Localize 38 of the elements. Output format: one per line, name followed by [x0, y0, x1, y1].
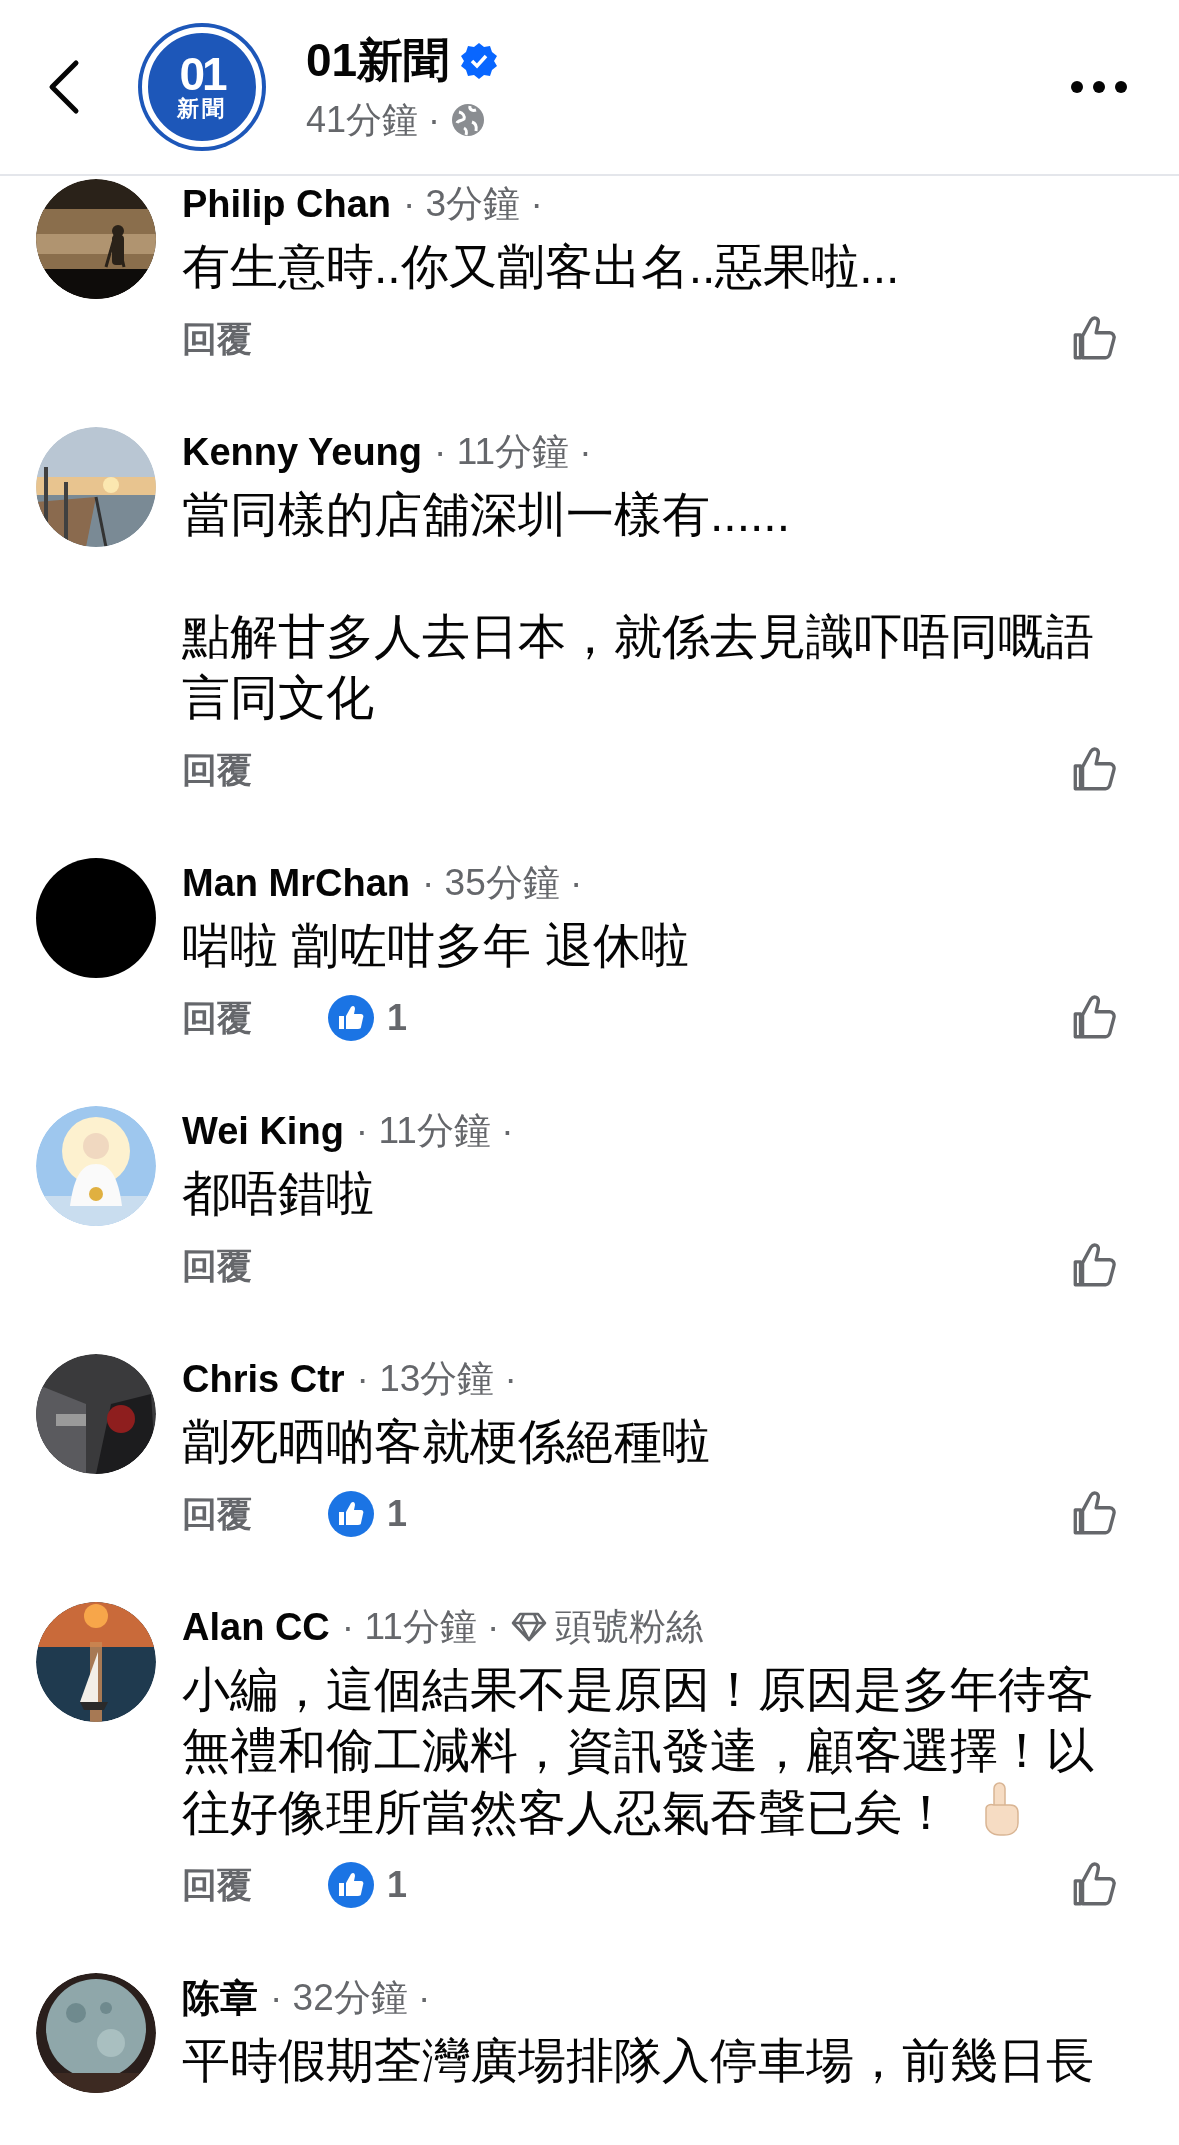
reply-link[interactable]: 回覆 — [182, 1242, 327, 1290]
comment-time: · 32分鐘 · — [270, 1976, 431, 2020]
commenter-name[interactable]: 陈章 — [182, 1972, 258, 2024]
comment-time: · 11分鐘 · — [355, 1109, 514, 1153]
like-count[interactable]: 1 — [387, 997, 408, 1039]
like-reaction-icon — [327, 1490, 375, 1538]
like-count[interactable]: 1 — [387, 1493, 408, 1535]
like-reaction-icon — [327, 1861, 375, 1909]
commenter-name[interactable]: Philip Chan — [182, 182, 391, 226]
commenter-name[interactable]: Man MrChan — [182, 861, 410, 905]
comment-text: 啱啦 劏咗咁多年 退休啦 — [182, 919, 689, 972]
globe-icon — [450, 102, 487, 138]
comment-text: 當同樣的店舖深圳一樣有...... 點解甘多人去日本，就係去見識吓唔同嘅語言同文化 — [182, 488, 1094, 724]
comment-text: 有生意時..你又劏客出名..惡果啦... — [182, 240, 900, 293]
like-reaction-icon — [327, 994, 375, 1042]
fan-label: 頭號粉絲 — [555, 1605, 704, 1649]
reply-link[interactable]: 回覆 — [182, 1861, 327, 1909]
post-time: 41分鐘 · — [306, 97, 441, 142]
commenter-name[interactable]: Alan CC — [182, 1605, 330, 1649]
comment-time: · 35分鐘 · — [422, 861, 583, 905]
commenter-name[interactable]: Wei King — [182, 1109, 344, 1153]
comment-text: 都唔錯啦 — [182, 1167, 374, 1220]
comment-time: · 13分鐘 · — [356, 1357, 517, 1401]
comment-text: 平時假期荃灣廣場排隊入停車場，前幾日長 — [182, 2034, 1094, 2087]
reply-link[interactable]: 回覆 — [182, 994, 327, 1042]
comment-time: · 11分鐘 · — [341, 1605, 500, 1649]
commenter-name[interactable]: Kenny Yeung — [182, 430, 423, 474]
comment-text: 劏死晒啲客就梗係絕種啦 — [182, 1415, 710, 1468]
reply-link[interactable]: 回覆 — [182, 315, 327, 363]
page-title[interactable]: 01新聞 — [306, 29, 450, 92]
commenter-name[interactable]: Chris Ctr — [182, 1357, 345, 1401]
diamond-icon — [511, 1611, 548, 1643]
reply-link[interactable]: 回覆 — [182, 1490, 327, 1538]
comment-time: · 3分鐘 · — [403, 182, 543, 226]
reply-link[interactable]: 回覆 — [182, 746, 327, 794]
comment-text: 小編，這個結果不是原因！原因是多年待客無禮和偷工減料，資訊發達，顧客選擇！以往好像理所當然客人忍氣吞聲已矣！ — [182, 1663, 1094, 1839]
like-count[interactable]: 1 — [387, 1864, 408, 1906]
comment-time: · 11分鐘 · — [434, 430, 592, 474]
